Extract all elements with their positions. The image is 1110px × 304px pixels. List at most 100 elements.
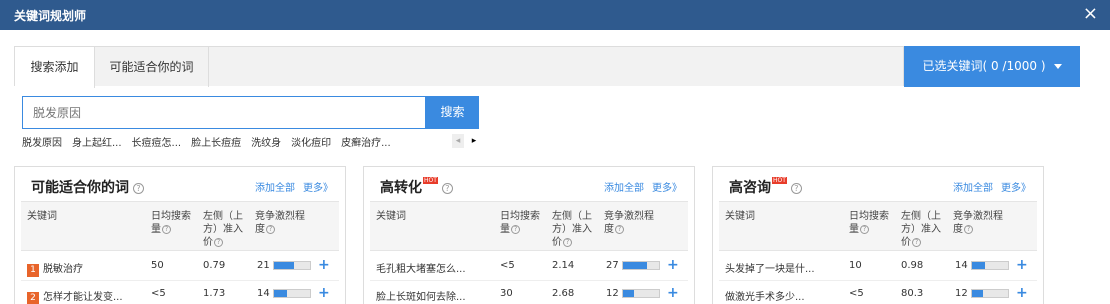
help-icon[interactable]: ? <box>511 224 520 234</box>
competition-value: 27 <box>606 260 619 271</box>
add-all-link[interactable]: 添加全部 <box>604 183 644 194</box>
price-value: 2.14 <box>552 260 575 271</box>
competition-value: 21 <box>257 260 270 271</box>
add-all-link[interactable]: 添加全部 <box>255 183 295 194</box>
help-icon[interactable]: ? <box>214 237 223 247</box>
selected-keywords-button[interactable]: 已选关键词( 0 /1000 ) <box>904 46 1080 87</box>
daily-search-value: <5 <box>151 288 166 299</box>
add-all-link[interactable]: 添加全部 <box>953 183 993 194</box>
add-icon[interactable]: + <box>667 257 679 273</box>
add-icon[interactable]: + <box>318 285 330 301</box>
add-icon[interactable]: + <box>1016 257 1028 273</box>
rank-badge: 2 <box>27 292 39 304</box>
window-titlebar: 关键词规划师 × <box>0 0 1110 30</box>
selected-keywords-label: 已选关键词( 0 /1000 ) <box>922 59 1046 73</box>
keyword-text: 脸上长斑如何去除... <box>376 292 466 303</box>
suggestion-item[interactable]: 淡化痘印 <box>291 138 331 149</box>
help-icon[interactable]: ? <box>790 182 802 194</box>
table-header: 关键词 日均搜索量? 左侧（上方）准入价? 竞争激烈程度? <box>719 201 1037 251</box>
help-icon[interactable]: ? <box>615 224 624 234</box>
keyword-text: 头发掉了一块是什... <box>725 264 815 275</box>
keyword-cell: 2 怎样才能让发变... <box>27 288 145 304</box>
col-price: 左侧（上方）准入价? <box>203 210 249 249</box>
col-price-label: 左侧（上方）准入价 <box>552 211 592 248</box>
keyword-cell: 1 脱敏治疗 <box>27 260 145 277</box>
suggestion-item[interactable]: 脸上长痘痘 <box>191 138 241 149</box>
col-competition: 竞争激烈程度? <box>255 210 305 236</box>
price-value: 1.73 <box>203 288 226 299</box>
search-button[interactable]: 搜索 <box>426 96 479 129</box>
competition-bar-fill <box>623 290 634 297</box>
competition-value: 14 <box>257 288 270 299</box>
table-row: 毛孔粗大堵塞怎么... <5 2.14 27 + <box>370 253 688 281</box>
daily-search-value: <5 <box>500 260 515 271</box>
competition-bar <box>273 289 311 298</box>
suggestion-pager: ◂ ▸ <box>452 134 482 148</box>
add-icon[interactable]: + <box>1016 285 1028 301</box>
search-input[interactable] <box>22 96 426 129</box>
add-icon[interactable]: + <box>318 257 330 273</box>
tab-search-add[interactable]: 搜索添加 <box>15 47 95 88</box>
tab-suggested-words[interactable]: 可能适合你的词 <box>95 47 209 87</box>
prev-arrow-icon[interactable]: ◂ <box>452 134 464 148</box>
panel-links: 添加全部 更多》 <box>945 179 1031 194</box>
daily-search-value: 50 <box>151 260 164 271</box>
help-icon[interactable]: ? <box>133 182 144 194</box>
search-bar: 搜索 <box>22 96 479 129</box>
price-value: 0.79 <box>203 260 226 271</box>
more-link[interactable]: 更多》 <box>303 183 333 194</box>
suggestion-item[interactable]: 洗纹身 <box>251 138 281 149</box>
competition-bar <box>622 289 660 298</box>
suggestion-item[interactable]: 脱发原因 <box>22 138 62 149</box>
help-icon[interactable]: ? <box>266 224 275 234</box>
competition-bar <box>273 261 311 270</box>
col-daily-search: 日均搜索量? <box>151 210 199 236</box>
keyword-text: 做激光手术多少... <box>725 292 805 303</box>
competition-bar <box>622 261 660 270</box>
more-link[interactable]: 更多》 <box>652 183 682 194</box>
table-header: 关键词 日均搜索量? 左侧（上方）准入价? 竞争激烈程度? <box>370 201 688 251</box>
competition-value: 14 <box>955 260 968 271</box>
suggestion-item[interactable]: 皮癣治疗... <box>341 138 391 149</box>
help-icon[interactable]: ? <box>441 182 453 194</box>
table-row: 2 怎样才能让发变... <5 1.73 14 + <box>21 281 339 304</box>
col-daily-search-label: 日均搜索量 <box>849 211 889 235</box>
table-header: 关键词 日均搜索量? 左侧（上方）准入价? 竞争激烈程度? <box>21 201 339 251</box>
col-price-label: 左侧（上方）准入价 <box>203 211 243 248</box>
col-competition: 竞争激烈程度? <box>953 210 1003 236</box>
help-icon[interactable]: ? <box>563 237 572 247</box>
hot-badge: HOT <box>423 177 438 184</box>
competition-bar-fill <box>623 262 648 269</box>
help-icon[interactable]: ? <box>860 224 869 234</box>
competition-bar <box>971 289 1009 298</box>
help-icon[interactable]: ? <box>964 224 973 234</box>
suggestion-item[interactable]: 身上起红... <box>72 138 122 149</box>
col-competition-label: 竞争激烈程度 <box>953 211 1003 235</box>
help-icon[interactable]: ? <box>912 237 921 247</box>
col-price: 左侧（上方）准入价? <box>901 210 947 249</box>
more-link[interactable]: 更多》 <box>1001 183 1031 194</box>
panel-links: 添加全部 更多》 <box>596 179 682 194</box>
next-arrow-icon[interactable]: ▸ <box>468 134 480 148</box>
col-competition-label: 竞争激烈程度 <box>255 211 305 235</box>
panel-title: 高咨询 HOT? <box>729 177 802 197</box>
col-competition-label: 竞争激烈程度 <box>604 211 654 235</box>
panel-high-conversion: 高转化 HOT? 添加全部 更多》 关键词 日均搜索量? 左侧（上方）准入价? 竞争… <box>363 166 695 304</box>
add-icon[interactable]: + <box>667 285 679 301</box>
help-icon[interactable]: ? <box>162 224 171 234</box>
col-keyword: 关键词 <box>725 211 755 222</box>
competition-bar-fill <box>274 262 294 269</box>
panel-title: 可能适合你的词? <box>31 177 144 197</box>
suggestion-item[interactable]: 长痘痘怎... <box>132 138 182 149</box>
price-value: 80.3 <box>901 288 924 299</box>
competition-value: 12 <box>955 288 968 299</box>
hot-badge: HOT <box>772 177 787 184</box>
suggestion-list: 脱发原因 身上起红... 长痘痘怎... 脸上长痘痘 洗纹身 淡化痘印 皮癣治疗... <box>22 134 401 150</box>
panel-title-text: 高咨询 <box>729 180 771 196</box>
table-row: 1 脱敏治疗 50 0.79 21 + <box>21 253 339 281</box>
price-value: 0.98 <box>901 260 924 271</box>
competition-bar <box>971 261 1009 270</box>
panel-suggested: 可能适合你的词? 添加全部 更多》 关键词 日均搜索量? 左侧（上方）准入价? 竞… <box>14 166 346 304</box>
table-row: 脸上长斑如何去除... 30 2.68 12 + <box>370 281 688 304</box>
close-icon[interactable]: × <box>1083 4 1098 24</box>
